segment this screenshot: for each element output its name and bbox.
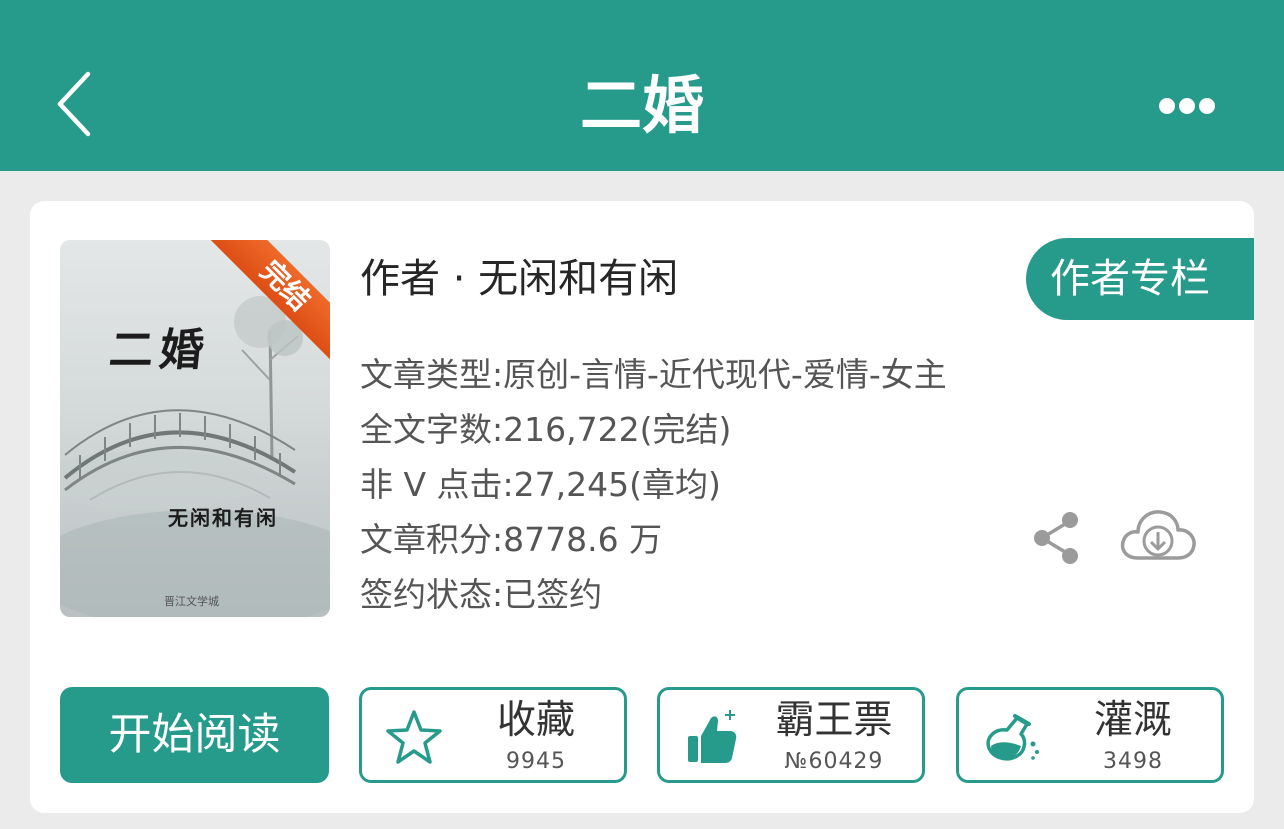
thumbs-up-icon bbox=[688, 710, 737, 763]
header-bar: 二婚 bbox=[0, 0, 1284, 171]
cover-title: 二婚 bbox=[106, 325, 213, 376]
book-meta: 文章类型:原创-言情-近代现代-爱情-女主 全文字数:216,722(完结) 非… bbox=[360, 347, 947, 622]
book-cover[interactable]: 二婚 无闲和有闲 晋江文学城 完结 bbox=[60, 240, 330, 617]
start-reading-button[interactable]: 开始阅读 bbox=[60, 687, 329, 783]
flask-icon bbox=[986, 714, 1039, 761]
vote-label: 霸王票 bbox=[775, 698, 893, 743]
meta-word-count: 全文字数:216,722(完结) bbox=[360, 410, 732, 449]
book-detail-page: 二婚 二婚 无闲和有闲 晋江文学城 完结 作者 · 无闲和有闲 作者专栏 文章类… bbox=[0, 0, 1284, 829]
cover-author: 无闲和有闲 bbox=[168, 506, 278, 530]
favorite-button[interactable]: 收藏 9945 bbox=[359, 687, 627, 783]
favorite-label: 收藏 bbox=[496, 698, 575, 743]
meta-clicks: 非 V 点击:27,245(章均) bbox=[360, 465, 721, 504]
star-icon bbox=[386, 710, 442, 764]
nutrient-count: 3498 bbox=[1103, 749, 1163, 774]
share-icon bbox=[1034, 512, 1078, 564]
more-horizontal-icon bbox=[1159, 98, 1215, 114]
page-title: 二婚 bbox=[579, 69, 704, 142]
chevron-left-icon bbox=[57, 71, 91, 137]
more-button[interactable] bbox=[1152, 86, 1222, 126]
author-name[interactable]: 作者 · 无闲和有闲 bbox=[360, 252, 678, 306]
author-column-button[interactable]: 作者专栏 bbox=[1026, 238, 1254, 320]
vote-button[interactable]: 霸王票 №60429 bbox=[657, 687, 925, 783]
back-button[interactable] bbox=[48, 66, 104, 142]
cloud-download-icon bbox=[1120, 510, 1196, 560]
meta-score: 文章积分:8778.6 万 bbox=[360, 520, 663, 559]
cover-publisher: 晋江文学城 bbox=[164, 595, 219, 608]
favorite-count: 9945 bbox=[506, 749, 566, 774]
share-button[interactable] bbox=[1030, 510, 1084, 566]
meta-genre: 文章类型:原创-言情-近代现代-爱情-女主 bbox=[360, 355, 947, 394]
nutrient-button[interactable]: 灌溉 3498 bbox=[956, 687, 1224, 783]
nutrient-label: 灌溉 bbox=[1093, 698, 1172, 743]
vote-count: №60429 bbox=[784, 749, 884, 774]
meta-contract-status: 签约状态:已签约 bbox=[360, 575, 603, 614]
download-button[interactable] bbox=[1118, 506, 1198, 568]
